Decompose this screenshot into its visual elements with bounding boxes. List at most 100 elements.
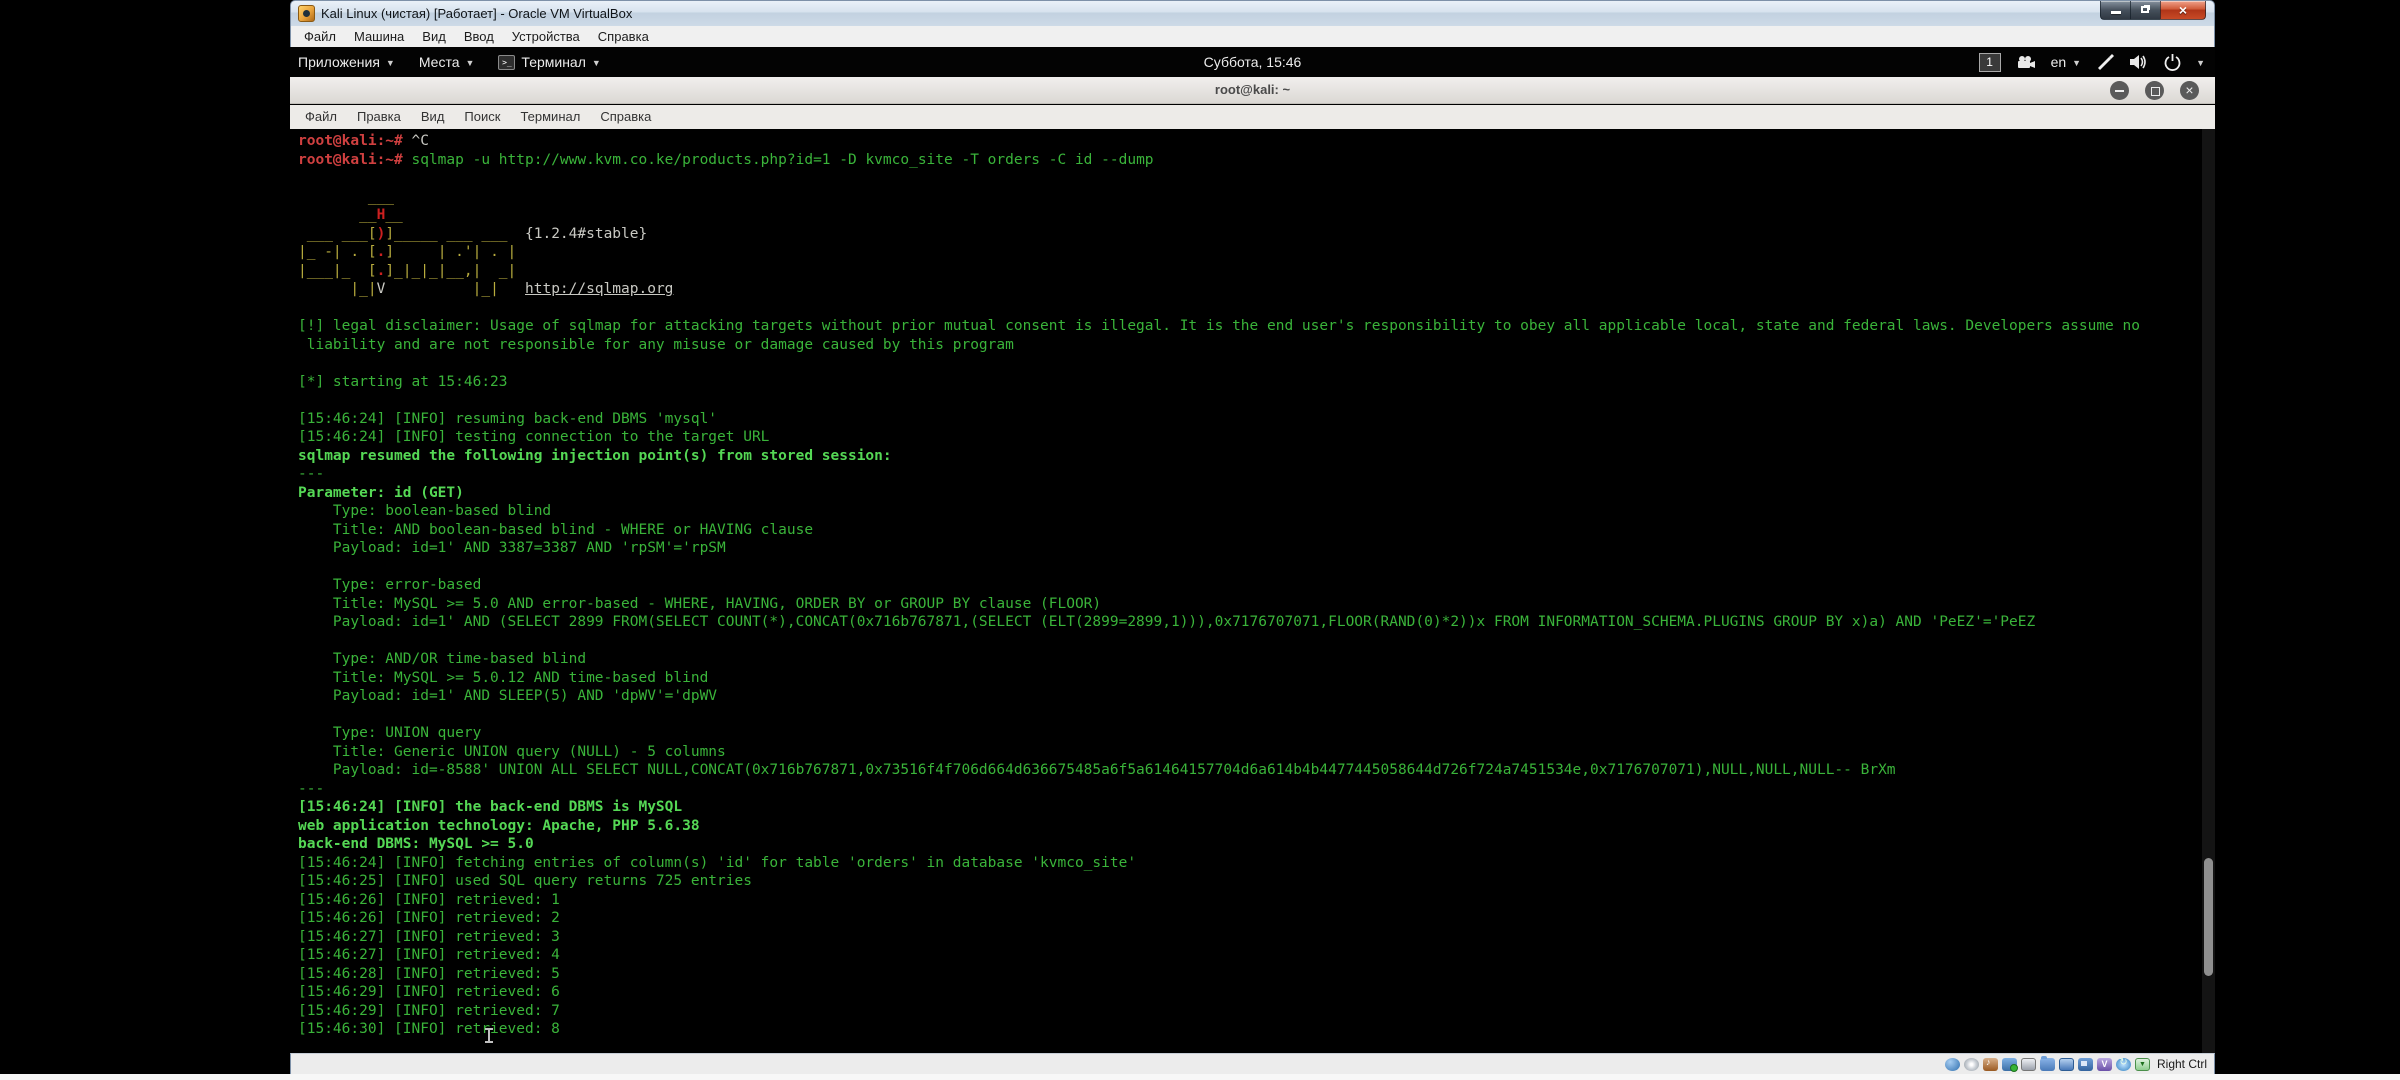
terminal-minimize-button[interactable] xyxy=(2110,81,2129,100)
menu-item-3[interactable]: Ввод xyxy=(455,26,503,47)
close-button[interactable]: × xyxy=(2160,1,2206,20)
screen-background: Kali Linux (чистая) [Работает] - Oracle … xyxy=(0,0,2400,1080)
terminal-line: [15:46:24] [INFO] fetching entries of co… xyxy=(298,854,2140,873)
terminal-body[interactable]: root@kali:~# ^Croot@kali:~# sqlmap -u ht… xyxy=(290,129,2215,1053)
host-taskbar xyxy=(0,1074,2400,1080)
network-icon[interactable] xyxy=(2002,1058,2017,1071)
terminal-line xyxy=(298,299,2140,318)
terminal-menu-item-1[interactable]: Правка xyxy=(347,105,411,129)
close-icon: × xyxy=(2161,2,2205,18)
pen-icon[interactable] xyxy=(2096,54,2114,70)
terminal-window-controls xyxy=(2110,81,2199,100)
camera-icon[interactable] xyxy=(2016,55,2036,69)
terminal-line: Parameter: id (GET) xyxy=(298,484,2140,503)
terminal-close-button[interactable] xyxy=(2180,81,2199,100)
terminal-app-label: Терминал xyxy=(521,54,585,70)
terminal-line: web application technology: Apache, PHP … xyxy=(298,817,2140,836)
terminal-line: --- xyxy=(298,780,2140,799)
terminal-line: Title: MySQL >= 5.0.12 AND time-based bl… xyxy=(298,669,2140,688)
terminal-menu-item-4[interactable]: Терминал xyxy=(510,105,590,129)
terminal-menu-item-3[interactable]: Поиск xyxy=(454,105,510,129)
terminal-line: liability and are not responsible for an… xyxy=(298,336,2140,355)
mouse-integration-icon[interactable] xyxy=(2116,1058,2131,1071)
terminal-line: [15:46:29] [INFO] retrieved: 7 xyxy=(298,1002,2140,1021)
virtualization-icon[interactable] xyxy=(2097,1058,2112,1071)
terminal-line: [15:46:30] [INFO] retrieved: 8 xyxy=(298,1020,2140,1039)
terminal-line: Title: AND boolean-based blind - WHERE o… xyxy=(298,521,2140,540)
window-titlebar[interactable]: Kali Linux (чистая) [Работает] - Oracle … xyxy=(290,0,2215,26)
terminal-line: back-end DBMS: MySQL >= 5.0 xyxy=(298,835,2140,854)
terminal-line xyxy=(298,632,2140,651)
optical-disc-icon[interactable] xyxy=(1964,1058,1979,1071)
terminal-output: root@kali:~# ^Croot@kali:~# sqlmap -u ht… xyxy=(298,132,2140,1039)
terminal-line: |___|_ [.]_|_|_|__,| _| xyxy=(298,262,2140,281)
terminal-line: Type: AND/OR time-based blind xyxy=(298,650,2140,669)
menu-item-4[interactable]: Устройства xyxy=(503,26,589,47)
terminal-line xyxy=(298,169,2140,188)
terminal-line: Payload: id=1' AND SLEEP(5) AND 'dpWV'='… xyxy=(298,687,2140,706)
terminal-icon: >_ xyxy=(498,55,515,70)
terminal-titlebar[interactable]: root@kali: ~ xyxy=(290,77,2215,104)
terminal-maximize-button[interactable] xyxy=(2145,81,2164,100)
window-title: Kali Linux (чистая) [Работает] - Oracle … xyxy=(321,6,632,21)
vm-window-icon xyxy=(298,5,315,22)
menu-item-1[interactable]: Машина xyxy=(345,26,413,47)
terminal-line: [15:46:26] [INFO] retrieved: 1 xyxy=(298,891,2140,910)
scrollbar-thumb[interactable] xyxy=(2204,858,2213,976)
terminal-line: [15:46:24] [INFO] testing connection to … xyxy=(298,428,2140,447)
minimize-button[interactable] xyxy=(2100,1,2131,20)
terminal-menu-item-2[interactable]: Вид xyxy=(411,105,455,129)
terminal-line: [15:46:27] [INFO] retrieved: 4 xyxy=(298,946,2140,965)
terminal-line xyxy=(298,391,2140,410)
terminal-line xyxy=(298,706,2140,725)
terminal-line: [15:46:24] [INFO] the back-end DBMS is M… xyxy=(298,798,2140,817)
terminal-line: [15:46:26] [INFO] retrieved: 2 xyxy=(298,909,2140,928)
hard-disk-icon[interactable] xyxy=(1945,1058,1960,1071)
terminal-line: |_ -| . [.] | .'| . | xyxy=(298,243,2140,262)
terminal-menu-item-5[interactable]: Справка xyxy=(590,105,661,129)
panel-right: 1 en ▼ xyxy=(1979,47,2205,77)
menu-item-2[interactable]: Вид xyxy=(413,26,455,47)
applications-label: Приложения xyxy=(298,54,380,70)
menu-item-0[interactable]: Файл xyxy=(295,26,345,47)
applications-menu[interactable]: Приложения ▼ xyxy=(298,54,395,70)
terminal-line: [*] starting at 15:46:23 xyxy=(298,373,2140,392)
terminal-menu-item-0[interactable]: Файл xyxy=(295,105,347,129)
power-icon[interactable] xyxy=(2164,54,2181,71)
terminal-line: Type: UNION query xyxy=(298,724,2140,743)
recording-icon[interactable] xyxy=(2078,1058,2093,1071)
terminal-line: Payload: id=1' AND (SELECT 2899 FROM(SEL… xyxy=(298,613,2140,632)
text-cursor xyxy=(483,1028,495,1043)
chevron-down-icon: ▼ xyxy=(466,58,475,68)
kali-top-panel: Приложения ▼ Места ▼ >_ Терминал ▼ Суббо… xyxy=(290,47,2215,77)
audio-icon[interactable] xyxy=(1983,1058,1998,1071)
terminal-scrollbar[interactable] xyxy=(2202,129,2215,1053)
terminal-line: [!] legal disclaimer: Usage of sqlmap fo… xyxy=(298,317,2140,336)
language-indicator[interactable]: en ▼ xyxy=(2051,54,2082,70)
places-menu[interactable]: Места ▼ xyxy=(419,54,475,70)
display-icon[interactable] xyxy=(2059,1058,2074,1071)
workspace-indicator[interactable]: 1 xyxy=(1979,53,2001,72)
restore-icon xyxy=(2141,6,2149,13)
usb-icon[interactable] xyxy=(2021,1058,2036,1071)
language-label: en xyxy=(2051,54,2067,70)
volume-icon[interactable] xyxy=(2129,54,2149,70)
menu-item-5[interactable]: Справка xyxy=(589,26,658,47)
terminal-app-menu[interactable]: >_ Терминал ▼ xyxy=(498,54,600,70)
chevron-down-icon[interactable]: ▼ xyxy=(2196,58,2205,68)
terminal-line: Type: error-based xyxy=(298,576,2140,595)
terminal-line: [15:46:28] [INFO] retrieved: 5 xyxy=(298,965,2140,984)
panel-clock[interactable]: Суббота, 15:46 xyxy=(1204,47,1302,77)
restore-button[interactable] xyxy=(2130,1,2161,20)
terminal-window: root@kali: ~ ФайлПравкаВидПоискТерминалС… xyxy=(290,77,2215,1053)
terminal-line xyxy=(298,354,2140,373)
host-key-icon[interactable] xyxy=(2135,1058,2150,1071)
terminal-line: __H__ xyxy=(298,206,2140,225)
minimize-icon xyxy=(2111,11,2121,14)
terminal-line: Type: boolean-based blind xyxy=(298,502,2140,521)
panel-left: Приложения ▼ Места ▼ >_ Терминал ▼ xyxy=(298,47,601,77)
virtualbox-window: Kali Linux (чистая) [Работает] - Oracle … xyxy=(290,0,2215,1075)
terminal-line: ___ xyxy=(298,188,2140,207)
terminal-menubar: ФайлПравкаВидПоискТерминалСправка xyxy=(290,105,2215,129)
shared-folders-icon[interactable] xyxy=(2040,1058,2055,1071)
